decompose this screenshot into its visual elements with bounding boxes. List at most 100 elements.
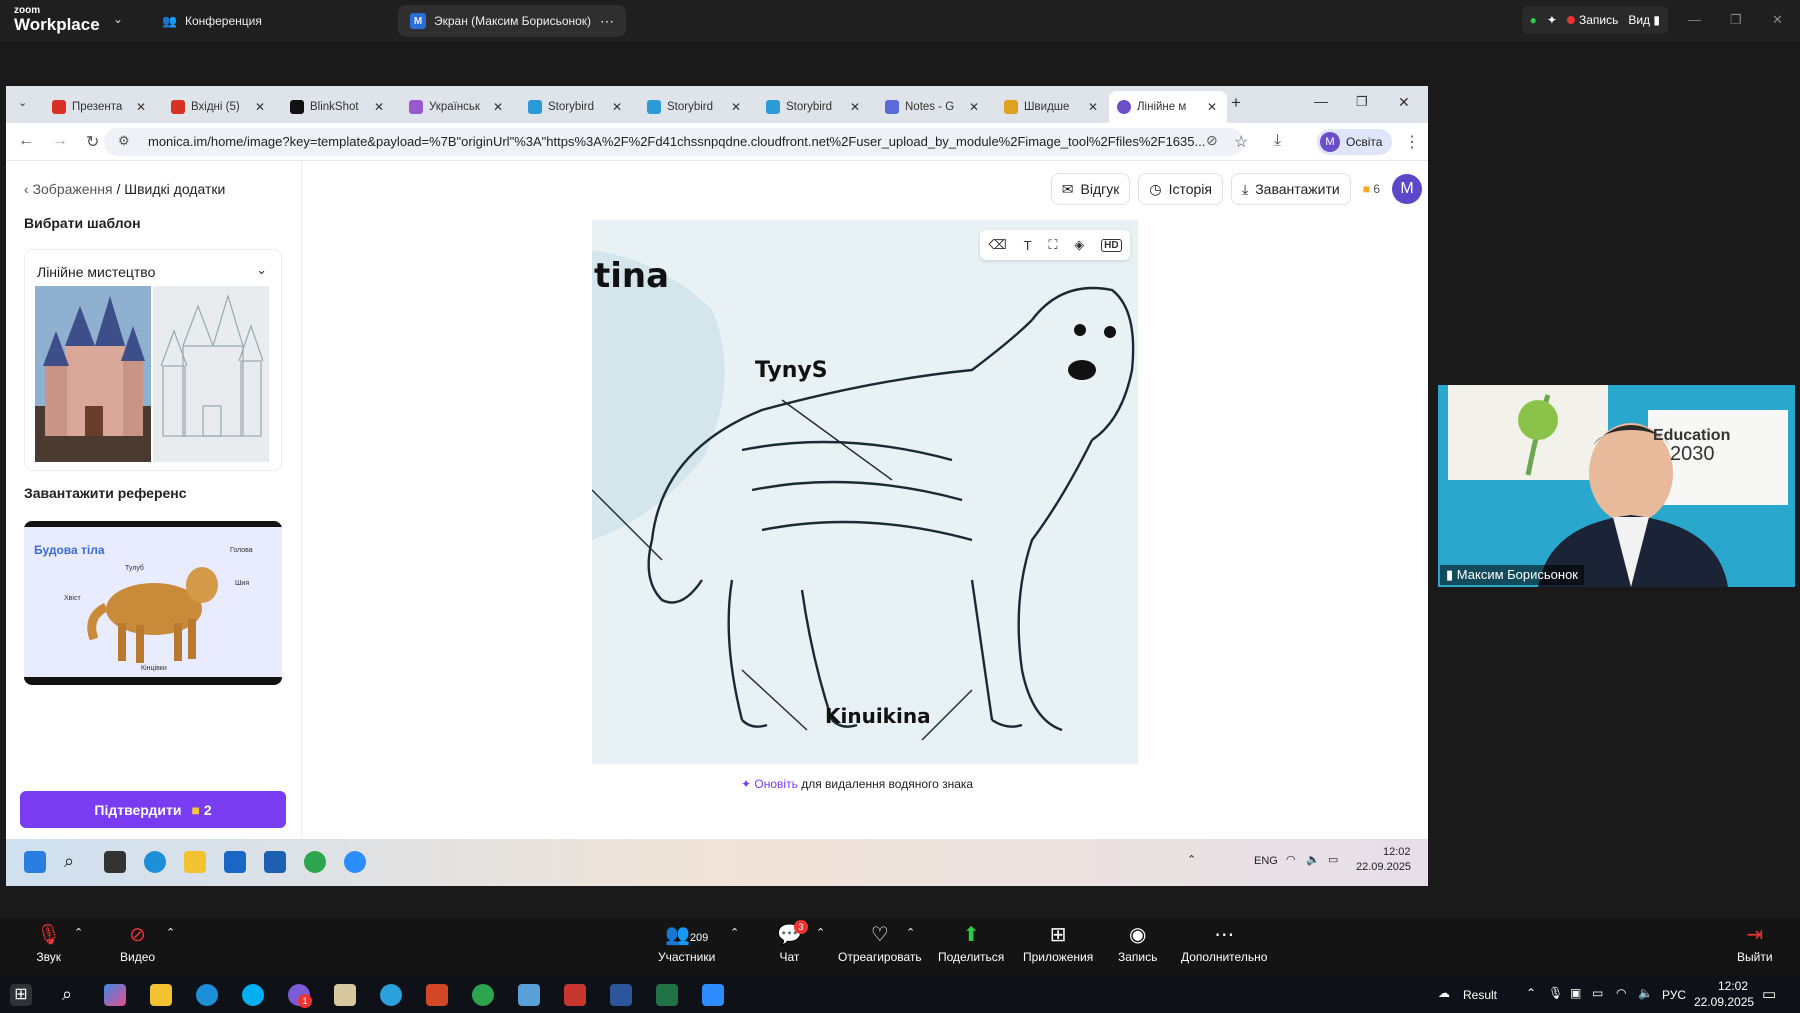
audio-button[interactable]: 🎙 Звук [36, 922, 61, 964]
back-icon[interactable]: ← [18, 132, 34, 150]
browser-tab[interactable]: BlinkShot ✕ [282, 91, 394, 123]
task-view-icon[interactable] [104, 851, 126, 873]
forward-icon[interactable]: → [52, 132, 68, 150]
powerpoint-icon[interactable] [426, 984, 448, 1006]
file-explorer-icon[interactable] [184, 851, 206, 873]
minimize-icon[interactable]: — [1688, 12, 1701, 27]
chevron-left-icon[interactable]: ‹ [24, 181, 29, 197]
mic-icon[interactable]: 🎙 [1548, 986, 1563, 1000]
volume-icon[interactable]: 🔈 [1306, 853, 1320, 866]
chat-button[interactable]: 💬 3 Чат [777, 920, 808, 964]
text-icon[interactable]: T [1024, 238, 1032, 253]
record-indicator[interactable]: Запись [1566, 13, 1618, 27]
tab-screen-share[interactable]: M Экран (Максим Борисьонок) ⋯ [398, 5, 626, 37]
profile-chip[interactable]: M Освіта [1317, 129, 1393, 155]
star-icon[interactable]: ☆ [1234, 132, 1248, 152]
photos-icon[interactable] [518, 984, 540, 1006]
participants-button[interactable]: 👥209 Участники [658, 922, 715, 964]
confirm-button[interactable]: Підтвердити ■ 2 [20, 791, 286, 828]
wifi-icon[interactable]: ◠ [1616, 986, 1626, 1000]
skype-icon[interactable] [242, 984, 264, 1006]
chevron-up-icon[interactable]: ⌃ [1187, 853, 1196, 866]
download-button[interactable]: ⤓ Завантажити [1231, 173, 1351, 205]
close-tab-icon[interactable]: ✕ [1207, 100, 1217, 114]
close-tab-icon[interactable]: ✕ [731, 100, 741, 114]
volume-icon[interactable]: 🔈 [1638, 986, 1653, 1000]
browser-tab[interactable]: Notes - G ✕ [877, 91, 989, 123]
search-icon[interactable]: ⌕ [56, 984, 78, 1006]
store-icon[interactable] [264, 851, 286, 873]
battery-icon[interactable]: ▭ [1592, 986, 1603, 1000]
more-button[interactable]: ⋯ Дополнительно [1181, 922, 1267, 964]
close-tab-icon[interactable]: ✕ [1088, 100, 1098, 114]
site-settings-icon[interactable]: ⚙ [118, 133, 130, 149]
eraser-icon[interactable]: ⌫ [988, 237, 1006, 253]
chevron-up-icon[interactable]: ⌃ [166, 926, 175, 939]
reference-image[interactable]: Будова тіла Голова Тулуб Шия Хвіст Кінці… [24, 521, 282, 685]
zoom-icon[interactable] [344, 851, 366, 873]
close-tab-icon[interactable]: ✕ [493, 100, 503, 114]
download-icon[interactable]: ⤓ [1274, 132, 1281, 150]
word-icon[interactable] [610, 984, 632, 1006]
notification-icon[interactable]: ▭ [1762, 985, 1776, 1003]
chrome-icon[interactable] [304, 851, 326, 873]
viber-icon[interactable]: 1 [288, 984, 312, 1008]
new-tab-icon[interactable]: + [1231, 93, 1241, 113]
view-button[interactable]: Вид ▮ [1628, 13, 1660, 27]
browser-tab[interactable]: Українськ ✕ [401, 91, 513, 123]
zoom-icon[interactable] [702, 984, 724, 1006]
close-tab-icon[interactable]: ✕ [850, 100, 860, 114]
minimize-icon[interactable]: — [1314, 93, 1328, 109]
remove-bg-icon[interactable]: ◈ [1074, 237, 1084, 253]
windows-start-icon[interactable] [24, 851, 46, 873]
browser-tab[interactable]: Storybird ✕ [639, 91, 751, 123]
screen-icon[interactable]: ▣ [1570, 986, 1581, 1000]
excel-icon[interactable] [656, 984, 678, 1006]
close-window-icon[interactable]: ✕ [1398, 94, 1410, 111]
chevron-up-icon[interactable]: ⌃ [1526, 986, 1536, 1000]
telegram-icon[interactable] [380, 984, 402, 1006]
hd-icon[interactable]: HD [1101, 238, 1122, 252]
feedback-button[interactable]: ✉ Відгук [1050, 173, 1131, 205]
copilot-icon[interactable] [104, 984, 126, 1006]
browser-tab[interactable]: Презента ✕ [44, 91, 156, 123]
battery-icon[interactable]: ▭ [1328, 853, 1338, 866]
result-label[interactable]: Result [1463, 988, 1497, 1002]
close-tab-icon[interactable]: ✕ [374, 100, 384, 114]
close-tab-icon[interactable]: ✕ [136, 100, 146, 114]
history-button[interactable]: ◷ Історія [1138, 173, 1224, 205]
share-button[interactable]: ⬆ Поделиться [938, 922, 1004, 964]
user-avatar[interactable]: M [1392, 174, 1422, 204]
kebab-menu-icon[interactable]: ⋮ [1404, 132, 1420, 152]
template-selector[interactable]: Лінійне мистецтво ⌄ [24, 249, 282, 471]
upgrade-link[interactable]: Оновіть [754, 777, 797, 791]
edge-icon[interactable] [144, 851, 166, 873]
reload-icon[interactable]: ↻ [86, 132, 99, 152]
close-tab-icon[interactable]: ✕ [612, 100, 622, 114]
maximize-icon[interactable]: ❐ [1730, 12, 1742, 28]
eye-off-icon[interactable]: ⊘ [1206, 132, 1218, 149]
apps-button[interactable]: ⊞ Приложения [1023, 922, 1093, 964]
tab-search-icon[interactable]: ⌄ [18, 96, 27, 109]
outlook-icon[interactable] [224, 851, 246, 873]
close-tab-icon[interactable]: ✕ [969, 100, 979, 114]
windows-start-icon[interactable]: ⊞ [10, 984, 32, 1006]
browser-tab[interactable]: Вхідні (5) ✕ [163, 91, 275, 123]
chevron-up-icon[interactable]: ⌃ [74, 926, 83, 939]
chevron-up-icon[interactable]: ⌃ [906, 926, 915, 939]
close-tab-icon[interactable]: ✕ [255, 100, 265, 114]
browser-tab[interactable]: Storybird ✕ [758, 91, 870, 123]
tab-conference[interactable]: 👥 Конференция [150, 5, 274, 37]
video-button[interactable]: ⊘ Видео [120, 922, 155, 964]
chrome-icon[interactable] [472, 984, 494, 1006]
chevron-up-icon[interactable]: ⌃ [816, 926, 825, 939]
record-button[interactable]: ◉ Запись [1118, 922, 1157, 964]
browser-tab[interactable]: Storybird ✕ [520, 91, 632, 123]
leave-button[interactable]: ⇥ Выйти [1737, 922, 1773, 964]
chevron-up-icon[interactable]: ⌃ [730, 926, 739, 939]
file-explorer-icon[interactable] [150, 984, 172, 1006]
wifi-icon[interactable]: ◠ [1286, 853, 1296, 866]
participant-video[interactable]: Education 2030 ▮ Максим Борисьонок [1438, 385, 1795, 587]
paint-icon[interactable] [334, 984, 356, 1006]
lang-indicator[interactable]: РУС [1662, 988, 1686, 1002]
